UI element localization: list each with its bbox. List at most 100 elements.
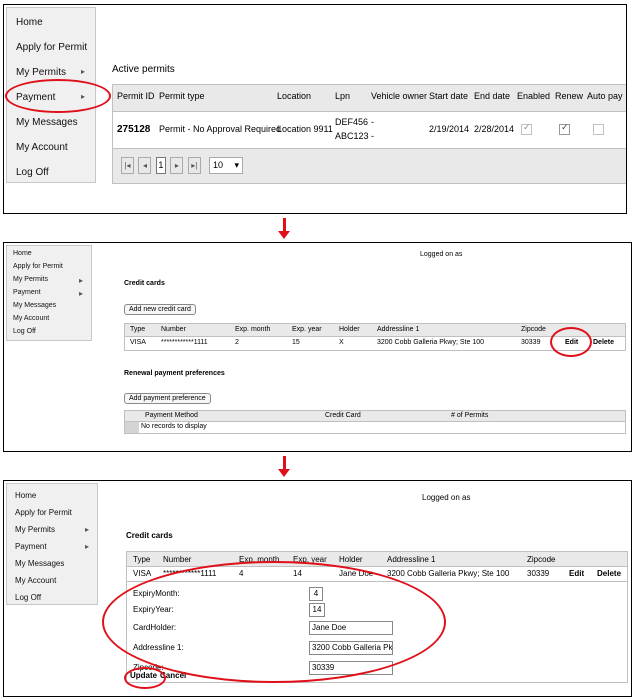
enabled-checkbox[interactable] <box>521 122 532 135</box>
menu-item-home[interactable]: Home <box>16 17 91 28</box>
menu-item-my-permits[interactable]: My Permits ▸ <box>15 525 95 534</box>
payment-preferences-grid: Payment Method Credit Card # of Permits … <box>124 410 626 434</box>
column-header[interactable]: Addressline 1 <box>387 555 435 564</box>
card-holder-field[interactable]: Jane Doe <box>309 621 393 635</box>
add-credit-card-button[interactable]: Add new credit card <box>124 304 196 315</box>
column-header[interactable]: Addressline 1 <box>377 326 419 333</box>
page-size-select[interactable]: 10 ▾ <box>209 157 243 174</box>
grid-header-row: Payment Method Credit Card # of Permits <box>125 411 625 422</box>
menu-item-apply-for-permit[interactable]: Apply for Permit <box>15 508 95 517</box>
chevron-right-icon: ▸ <box>80 92 85 101</box>
column-header[interactable]: Location <box>277 91 311 101</box>
logged-on-text: Logged on as <box>422 493 471 502</box>
column-header[interactable]: Lpn <box>335 91 350 101</box>
next-page-button[interactable]: ▸ <box>170 157 184 175</box>
menu-item-my-messages[interactable]: My Messages <box>16 117 91 128</box>
menu-item-log-off[interactable]: Log Off <box>15 593 95 602</box>
menu-item-payment[interactable]: Payment ▸ <box>13 289 89 298</box>
grid-header-row: Type Number Exp. month Exp. year Holder … <box>125 324 625 337</box>
cancel-button[interactable]: Cancel <box>160 671 186 680</box>
add-payment-preference-button[interactable]: Add payment preference <box>124 393 211 404</box>
menu-item-log-off[interactable]: Log Off <box>16 167 91 178</box>
edit-form: ExpiryMonth: 4 ExpiryYear: 14 CardHolder… <box>127 583 627 679</box>
column-header[interactable]: Zipcode <box>521 326 546 333</box>
menu-item-my-account[interactable]: My Account <box>15 576 95 585</box>
chevron-right-icon: ▸ <box>84 525 89 534</box>
menu-item-apply-for-permit[interactable]: Apply for Permit <box>13 263 89 270</box>
column-header[interactable]: Enabled <box>517 91 550 101</box>
delete-link[interactable]: Delete <box>597 569 621 578</box>
column-header[interactable]: Credit Card <box>325 412 361 419</box>
logged-on-text: Logged on as <box>420 251 463 258</box>
column-header[interactable]: Type <box>133 555 150 564</box>
section-title: Active permits <box>112 64 175 75</box>
column-header[interactable]: End date <box>474 91 510 101</box>
column-header[interactable]: Holder <box>339 555 363 564</box>
auto-pay-checkbox[interactable] <box>593 124 604 135</box>
table-row[interactable]: VISA ************1111 2 15 X 3200 Cobb G… <box>125 337 625 350</box>
menu-item-my-account[interactable]: My Account <box>13 315 89 322</box>
panel-edit-credit-card: Home Apply for Permit My Permits ▸ Paymen… <box>3 480 632 697</box>
chevron-right-icon: ▸ <box>84 542 89 551</box>
delete-link[interactable]: Delete <box>593 339 614 346</box>
menu-item-log-off[interactable]: Log Off <box>13 328 89 335</box>
address-label: Addressline 1: <box>133 643 184 652</box>
column-header[interactable]: Zipcode <box>527 555 555 564</box>
column-header[interactable]: Permit type <box>159 91 205 101</box>
exp-month: 2 <box>235 339 239 346</box>
menu-item-home[interactable]: Home <box>13 250 89 257</box>
expiry-year-label: ExpiryYear: <box>133 605 174 614</box>
prev-page-button[interactable]: ◂ <box>138 157 152 175</box>
table-row[interactable]: 275128 Permit - No Approval Required Loc… <box>113 112 626 149</box>
column-header[interactable]: Type <box>130 326 145 333</box>
update-button[interactable]: Update <box>130 671 157 680</box>
column-header[interactable]: Exp. year <box>292 326 322 333</box>
edit-link[interactable]: Edit <box>565 339 578 346</box>
chevron-down-icon: ▾ <box>234 160 239 170</box>
card-holder-label: CardHolder: <box>133 623 177 632</box>
column-header[interactable]: Holder <box>339 326 360 333</box>
exp-month: 4 <box>239 569 244 578</box>
column-header[interactable]: Payment Method <box>145 412 198 419</box>
zipcode: 30339 <box>521 339 541 346</box>
menu-item-payment[interactable]: Payment ▸ <box>15 542 95 551</box>
column-header[interactable]: Exp. month <box>235 326 270 333</box>
menu-item-payment[interactable]: Payment ▸ <box>16 92 91 103</box>
expiry-month-field[interactable]: 4 <box>309 587 323 601</box>
pager: |◂ ◂ 1 ▸ ▸| 10 ▾ <box>113 149 626 183</box>
zipcode-field[interactable]: 30339 <box>309 661 393 675</box>
column-header[interactable]: Renew <box>555 91 583 101</box>
menu-item-my-permits[interactable]: My Permits ▸ <box>16 67 91 78</box>
column-header[interactable]: Permit ID <box>117 91 155 101</box>
menu-item-my-account[interactable]: My Account <box>16 142 91 153</box>
column-header[interactable]: Start date <box>429 91 468 101</box>
menu-item-apply-for-permit[interactable]: Apply for Permit <box>16 42 91 53</box>
side-menu: Home Apply for Permit My Permits ▸ Paymen… <box>6 245 92 341</box>
edit-link[interactable]: Edit <box>569 569 584 578</box>
start-date: 2/19/2014 <box>429 124 470 134</box>
column-header[interactable]: Exp. month <box>239 555 279 564</box>
current-page[interactable]: 1 <box>155 157 166 175</box>
menu-item-my-messages[interactable]: My Messages <box>15 559 95 568</box>
last-page-button[interactable]: ▸| <box>187 157 201 175</box>
zipcode: 30339 <box>527 569 550 578</box>
column-header[interactable]: Exp. year <box>293 555 327 564</box>
down-arrow-icon <box>278 218 290 240</box>
grid-header-row: Permit ID Permit type Location Lpn Vehic… <box>113 85 626 112</box>
menu-item-my-permits[interactable]: My Permits ▸ <box>13 276 89 285</box>
table-row[interactable]: VISA ************1111 4 14 Jane Doe 3200… <box>127 567 627 582</box>
column-header[interactable]: Number <box>163 555 191 564</box>
column-header[interactable]: Auto pay <box>587 91 623 101</box>
address-field[interactable]: 3200 Cobb Galleria Pkv <box>309 641 393 655</box>
column-header[interactable]: Vehicle owner <box>371 91 427 101</box>
column-header[interactable]: Number <box>161 326 186 333</box>
card-type: VISA <box>130 339 146 346</box>
first-page-button[interactable]: |◂ <box>121 157 134 175</box>
permits-grid: Permit ID Permit type Location Lpn Vehic… <box>112 84 626 184</box>
menu-item-home[interactable]: Home <box>15 491 95 500</box>
permit-id: 275128 <box>117 124 151 135</box>
expiry-year-field[interactable]: 14 <box>309 603 325 617</box>
renew-checkbox[interactable] <box>559 122 570 135</box>
column-header[interactable]: # of Permits <box>451 412 488 419</box>
menu-item-my-messages[interactable]: My Messages <box>13 302 89 309</box>
